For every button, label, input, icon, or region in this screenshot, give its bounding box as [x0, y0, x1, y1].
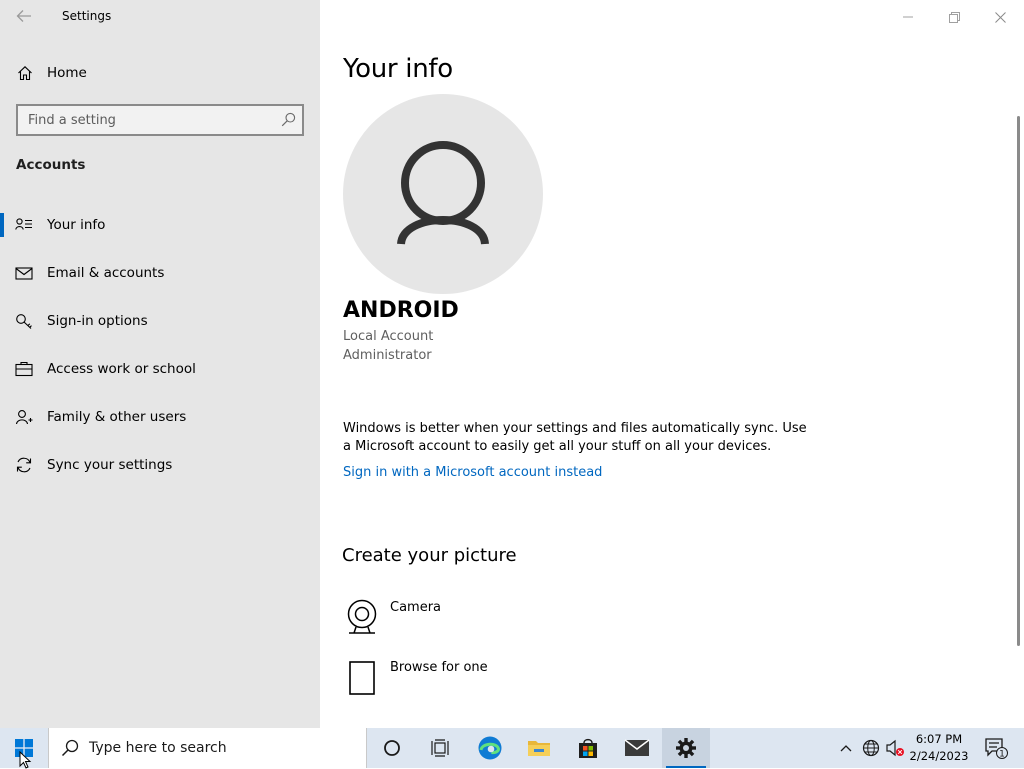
- notification-icon: 1: [985, 738, 1008, 760]
- search-icon: [281, 112, 296, 127]
- minimize-icon: [903, 16, 913, 18]
- file-explorer-button[interactable]: [515, 728, 563, 768]
- sidebar-item-your-info[interactable]: Your info: [0, 207, 320, 243]
- cortana-icon: [384, 740, 400, 756]
- sidebar-item-home[interactable]: Home: [0, 58, 320, 88]
- clock-time: 6:07 PM: [915, 732, 963, 746]
- mail-button[interactable]: [613, 728, 661, 768]
- create-picture-heading: Create your picture: [342, 545, 517, 566]
- restore-button[interactable]: [931, 4, 977, 30]
- selection-indicator: [0, 213, 4, 237]
- edge-icon: [478, 736, 502, 760]
- sidebar-item-label: Access work or school: [47, 361, 196, 377]
- browse-label: Browse for one: [390, 660, 488, 675]
- show-hidden-icons-button[interactable]: [836, 728, 856, 768]
- clock[interactable]: 6:07 PM 2/24/2023: [908, 731, 970, 765]
- taskbar-search[interactable]: Type here to search: [48, 728, 367, 768]
- task-view-icon: [431, 739, 449, 757]
- file-explorer-icon: [528, 741, 550, 756]
- store-icon: [579, 738, 597, 758]
- mouse-cursor-icon: [19, 751, 32, 769]
- store-button[interactable]: [564, 728, 612, 768]
- contact-card-icon: [15, 218, 32, 230]
- volume-button[interactable]: [884, 728, 906, 768]
- restore-icon: [948, 11, 960, 23]
- sidebar-item-sign-in-options[interactable]: Sign-in options: [0, 303, 320, 339]
- sidebar: Settings Home Accounts Your info: [0, 0, 320, 728]
- microsoft-signin-link[interactable]: Sign in with a Microsoft account instead: [343, 465, 602, 480]
- settings-search[interactable]: [16, 104, 304, 136]
- account-type: Local Account: [343, 329, 434, 344]
- notification-count: 1: [999, 750, 1005, 760]
- taskbar-search-placeholder: Type here to search: [89, 740, 227, 756]
- avatar: [343, 94, 543, 294]
- task-view-button[interactable]: [416, 728, 464, 768]
- camera-icon: [347, 599, 377, 634]
- settings-window: Settings Home Accounts Your info: [0, 0, 1024, 728]
- network-button[interactable]: [860, 728, 882, 768]
- volume-muted-icon: [886, 739, 904, 757]
- globe-icon: [862, 739, 880, 757]
- search-icon: [61, 739, 79, 757]
- search-input[interactable]: [18, 106, 278, 134]
- mail-icon: [15, 267, 33, 280]
- sidebar-item-email-accounts[interactable]: Email & accounts: [0, 255, 320, 291]
- back-arrow-icon: [16, 10, 31, 22]
- sidebar-item-label: Sync your settings: [47, 457, 173, 473]
- chevron-up-icon: [840, 745, 852, 752]
- person-icon: [397, 141, 489, 245]
- browse-icon: [349, 661, 375, 695]
- add-person-icon: [15, 410, 33, 425]
- sidebar-item-label: Email & accounts: [47, 265, 165, 281]
- home-label: Home: [47, 65, 87, 81]
- sidebar-item-access-work-school[interactable]: Access work or school: [0, 351, 320, 387]
- camera-option[interactable]: Camera: [342, 598, 642, 642]
- sidebar-item-label: Your info: [47, 217, 106, 233]
- minimize-button[interactable]: [885, 4, 931, 30]
- home-icon: [18, 66, 32, 81]
- sync-icon: [16, 457, 32, 473]
- account-role: Administrator: [343, 348, 432, 363]
- mail-icon: [624, 739, 650, 756]
- sidebar-item-label: Family & other users: [47, 409, 187, 425]
- sync-message: Windows is better when your settings and…: [343, 421, 807, 454]
- taskbar: Type here to search 6:07 PM 2/24/2023 1: [0, 728, 1024, 768]
- edge-button[interactable]: [466, 728, 514, 768]
- scrollbar[interactable]: [1017, 116, 1020, 646]
- clock-date: 2/24/2023: [909, 749, 969, 763]
- briefcase-icon: [15, 361, 33, 377]
- accounts-heading: Accounts: [16, 157, 86, 173]
- key-icon: [16, 314, 32, 329]
- sidebar-item-label: Sign-in options: [47, 313, 148, 329]
- main-content: Your info ANDROID Local Account Administ…: [320, 0, 1024, 728]
- close-icon: [994, 11, 1006, 23]
- settings-icon: [676, 738, 696, 758]
- sidebar-item-sync-settings[interactable]: Sync your settings: [0, 447, 320, 483]
- action-center-button[interactable]: 1: [976, 728, 1016, 768]
- sidebar-item-family-other-users[interactable]: Family & other users: [0, 399, 320, 435]
- close-button[interactable]: [977, 4, 1023, 30]
- user-name: ANDROID: [343, 298, 459, 323]
- browse-option[interactable]: Browse for one: [342, 658, 642, 702]
- page-title: Your info: [343, 54, 453, 84]
- settings-taskbar-button[interactable]: [662, 728, 710, 768]
- app-title: Settings: [62, 9, 112, 23]
- camera-label: Camera: [390, 600, 442, 615]
- back-button[interactable]: [10, 4, 38, 28]
- cortana-button[interactable]: [368, 728, 416, 768]
